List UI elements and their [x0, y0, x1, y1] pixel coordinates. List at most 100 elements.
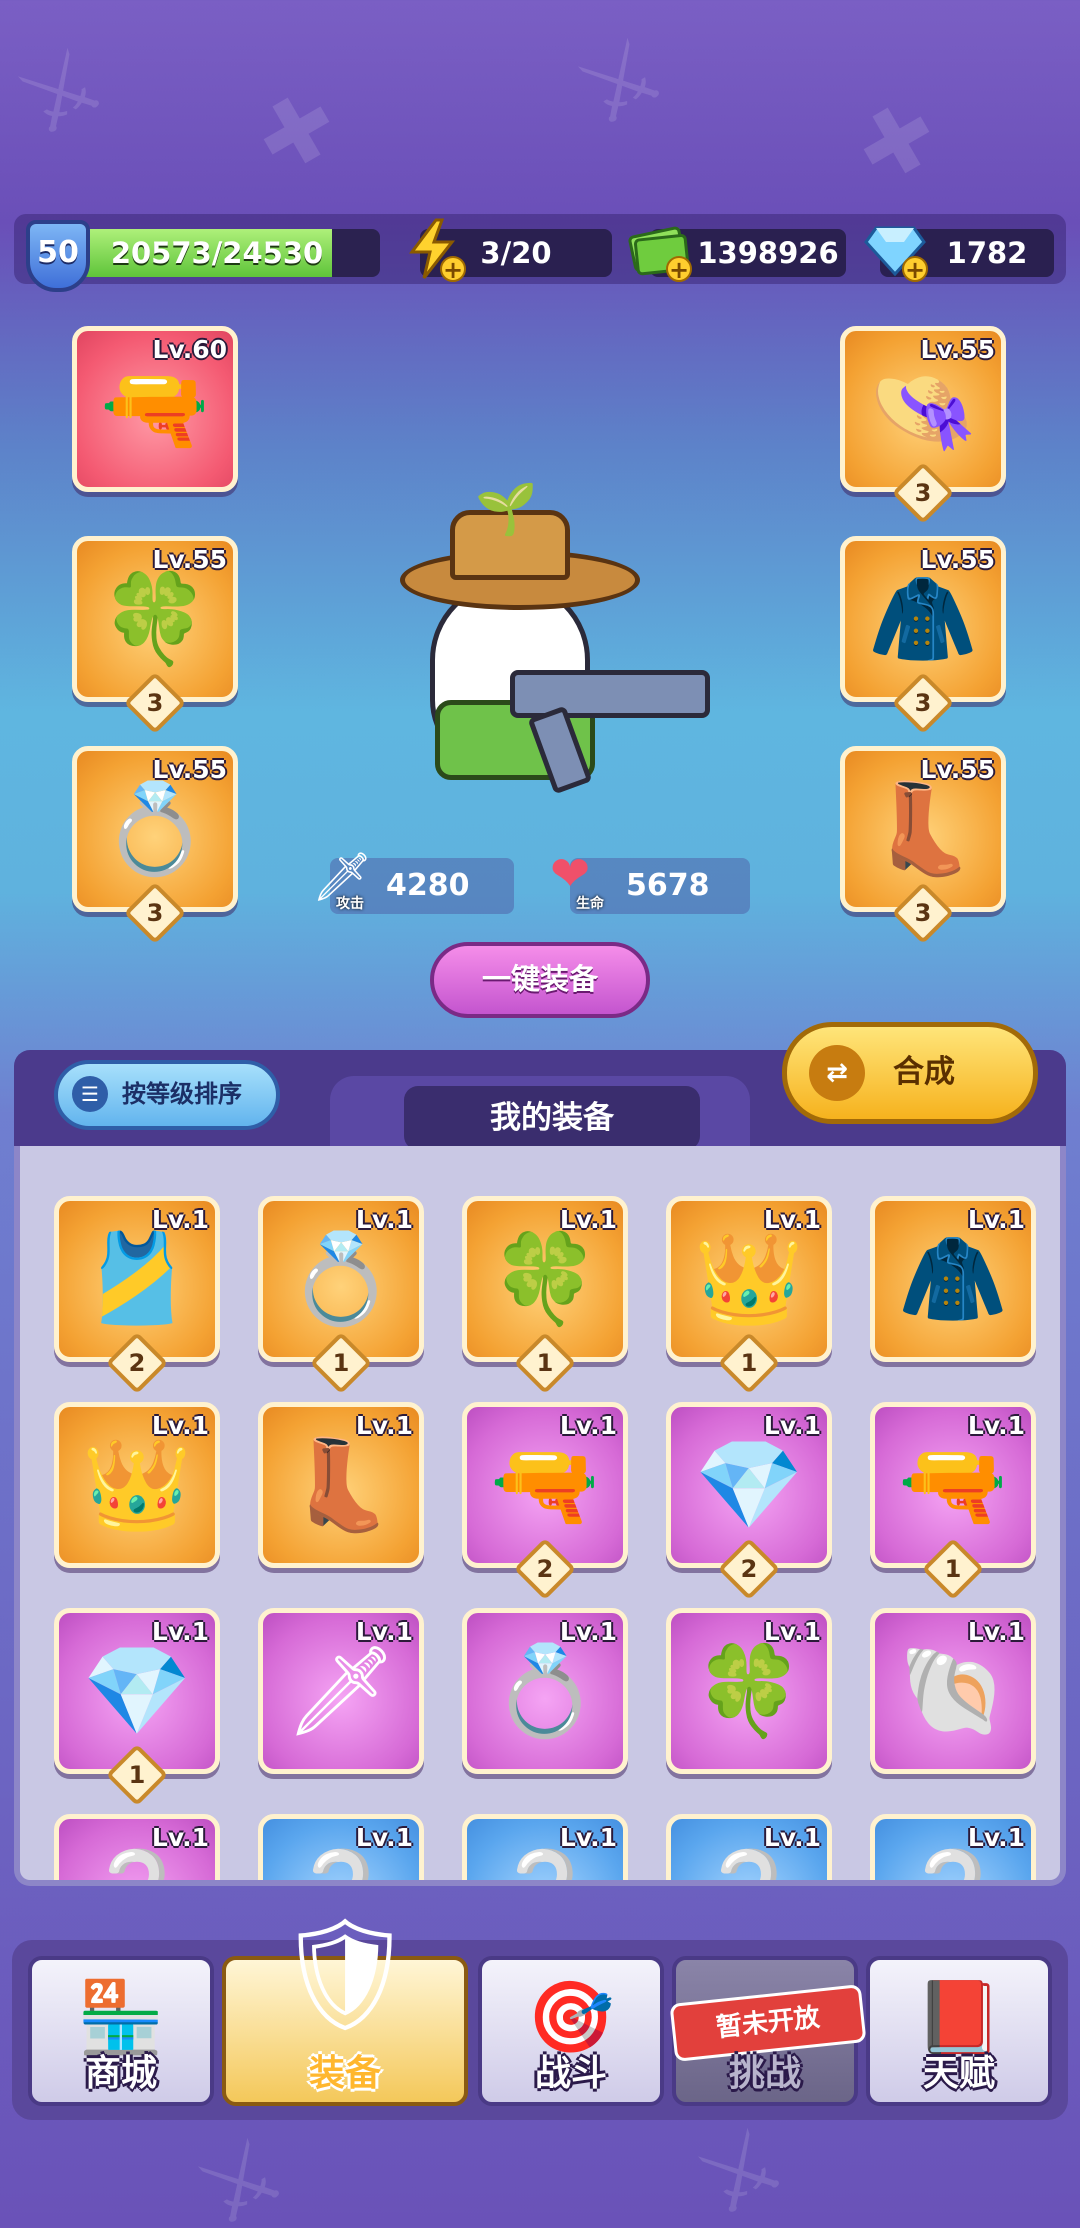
equip-slot-hat[interactable]: Lv.55 👒 3	[840, 326, 1006, 525]
attack-label: 攻击	[336, 896, 364, 912]
star-count-badge: 3	[123, 881, 187, 945]
slot-level: Lv.55	[920, 755, 995, 784]
cake-crown-icon: 👑	[82, 1433, 192, 1536]
item-level: Lv.1	[967, 1205, 1025, 1234]
slot-level: Lv.60	[152, 335, 227, 364]
inventory-item[interactable]: Lv.1 🎽 2	[54, 1196, 220, 1395]
star-count-badge: 3	[891, 671, 955, 735]
item-level: Lv.1	[151, 1617, 209, 1646]
nav-talent[interactable]: 📕 天赋	[866, 1956, 1052, 2106]
star-count-badge: 2	[105, 1331, 169, 1395]
inventory-item[interactable]: Lv.1 🔫 2	[462, 1402, 628, 1601]
slot-level: Lv.55	[920, 545, 995, 574]
equip-slot-ring[interactable]: Lv.55 💍 3	[72, 746, 238, 945]
jersey-icon: 🎽	[82, 1227, 192, 1330]
eye-ring-icon: 💍	[100, 777, 210, 880]
item-level: Lv.1	[967, 1823, 1025, 1852]
inventory-item[interactable]: Lv.1 🍀 1	[462, 1196, 628, 1395]
add-cash-icon[interactable]: +	[666, 256, 692, 282]
item-level: Lv.1	[355, 1411, 413, 1440]
clover-necklace-icon: 🍀	[100, 567, 210, 670]
gem-icon[interactable]: +	[864, 218, 928, 282]
inventory-item[interactable]: Lv.1 💎 1	[54, 1608, 220, 1807]
armor-icon: 🛡	[275, 1910, 415, 2038]
equip-slot-armor[interactable]: Lv.55 🧥 3	[840, 536, 1006, 735]
inventory-item[interactable]: Lv.1❔	[870, 1814, 1036, 1881]
nav-battle[interactable]: 🎯 战斗	[478, 1956, 664, 2106]
item-level: Lv.1	[559, 1617, 617, 1646]
xp-text: 20573/24530	[110, 236, 324, 270]
star-count-badge: 3	[891, 881, 955, 945]
item-level: Lv.1	[763, 1411, 821, 1440]
item-level: Lv.1	[967, 1617, 1025, 1646]
star-count-badge: 2	[513, 1537, 577, 1601]
item-level: Lv.1	[559, 1205, 617, 1234]
item-level: Lv.1	[763, 1205, 821, 1234]
clover-necklace-icon: 🍀	[694, 1639, 804, 1742]
item-icon: ❔	[490, 1853, 600, 1881]
inventory-item[interactable]: Lv.1 🧥	[870, 1196, 1036, 1362]
slot-level: Lv.55	[152, 755, 227, 784]
equip-all-button[interactable]: 一键装备	[430, 942, 650, 1018]
sprout-icon: 🌱	[475, 480, 538, 538]
player-level-badge[interactable]: 50	[26, 220, 90, 292]
star-count-badge: 1	[513, 1331, 577, 1395]
slot-level: Lv.55	[920, 335, 995, 364]
inventory-title: 我的装备	[404, 1086, 700, 1150]
inventory-item[interactable]: Lv.1❔	[462, 1814, 628, 1881]
item-level: Lv.1	[355, 1823, 413, 1852]
energy-icon[interactable]: +	[402, 218, 466, 282]
equip-slot-boots[interactable]: Lv.55 👢 3	[840, 746, 1006, 945]
nav-shop[interactable]: 🏪 商城	[28, 1956, 214, 2106]
item-level: Lv.1	[763, 1823, 821, 1852]
inventory-item[interactable]: Lv.1❔	[666, 1814, 832, 1881]
equip-slot-weapon[interactable]: Lv.60 🔫	[72, 326, 238, 492]
inventory-item[interactable]: Lv.1 👢	[258, 1402, 424, 1568]
sort-by-level-button[interactable]: ☰ 按等级排序	[54, 1060, 280, 1130]
inventory-item[interactable]: Lv.1❔	[54, 1814, 220, 1880]
star-count-badge: 3	[891, 461, 955, 525]
add-energy-icon[interactable]: +	[440, 256, 466, 282]
revolver-icon: 🔫	[490, 1433, 600, 1536]
inventory-item[interactable]: Lv.1 👑 1	[666, 1196, 832, 1395]
hero-character: 🌱	[380, 480, 720, 820]
inventory-item[interactable]: Lv.1 💍	[462, 1608, 628, 1774]
nav-challenge[interactable]: 暂未开放 挑战	[669, 1956, 867, 2106]
inventory-item[interactable]: Lv.1❔	[258, 1814, 424, 1880]
gem-ring-icon: 💎	[694, 1433, 804, 1536]
hero-gun	[510, 670, 710, 718]
item-level: Lv.1	[355, 1205, 413, 1234]
cash-icon[interactable]: +	[628, 218, 692, 282]
inventory-item[interactable]: Lv.1 🔫 1	[870, 1402, 1036, 1601]
item-level: Lv.1	[559, 1411, 617, 1440]
item-icon: ❔	[694, 1853, 804, 1881]
star-count-badge: 3	[123, 671, 187, 735]
inventory-item[interactable]: Lv.1 🗡	[258, 1608, 424, 1774]
merge-button[interactable]: ⇄ 合成	[782, 1022, 1038, 1124]
star-count-badge: 1	[921, 1537, 985, 1601]
jacket-icon: 🧥	[898, 1227, 1008, 1330]
equip-slot-necklace[interactable]: Lv.55 🍀 3	[72, 536, 238, 735]
clover-necklace-icon: 🍀	[490, 1227, 600, 1330]
inventory-item[interactable]: Lv.1 🐚	[870, 1608, 1036, 1774]
item-level: Lv.1	[763, 1617, 821, 1646]
list-icon: ☰	[72, 1076, 108, 1112]
inventory-item[interactable]: Lv.1 💎 2	[666, 1402, 832, 1601]
star-count-badge: 2	[717, 1537, 781, 1601]
eye-ring-icon: 💍	[490, 1639, 600, 1742]
rifle-icon: 🔫	[100, 357, 210, 460]
hp-label: 生命	[576, 896, 604, 912]
nav-equipment[interactable]: 🛡 装备	[222, 1910, 468, 2106]
add-gem-icon[interactable]: +	[902, 256, 928, 282]
item-icon: ❔	[898, 1853, 1008, 1881]
item-level: Lv.1	[967, 1411, 1025, 1440]
slot-level: Lv.55	[152, 545, 227, 574]
straw-hat-icon: 👒	[868, 357, 978, 460]
inventory-item[interactable]: Lv.1 👑	[54, 1402, 220, 1568]
item-level: Lv.1	[151, 1411, 209, 1440]
item-level: Lv.1	[151, 1823, 209, 1852]
star-count-badge: 1	[717, 1331, 781, 1395]
inventory-item[interactable]: Lv.1 💍 1	[258, 1196, 424, 1395]
inventory-item[interactable]: Lv.1 🍀	[666, 1608, 832, 1774]
star-count-badge: 1	[105, 1743, 169, 1807]
